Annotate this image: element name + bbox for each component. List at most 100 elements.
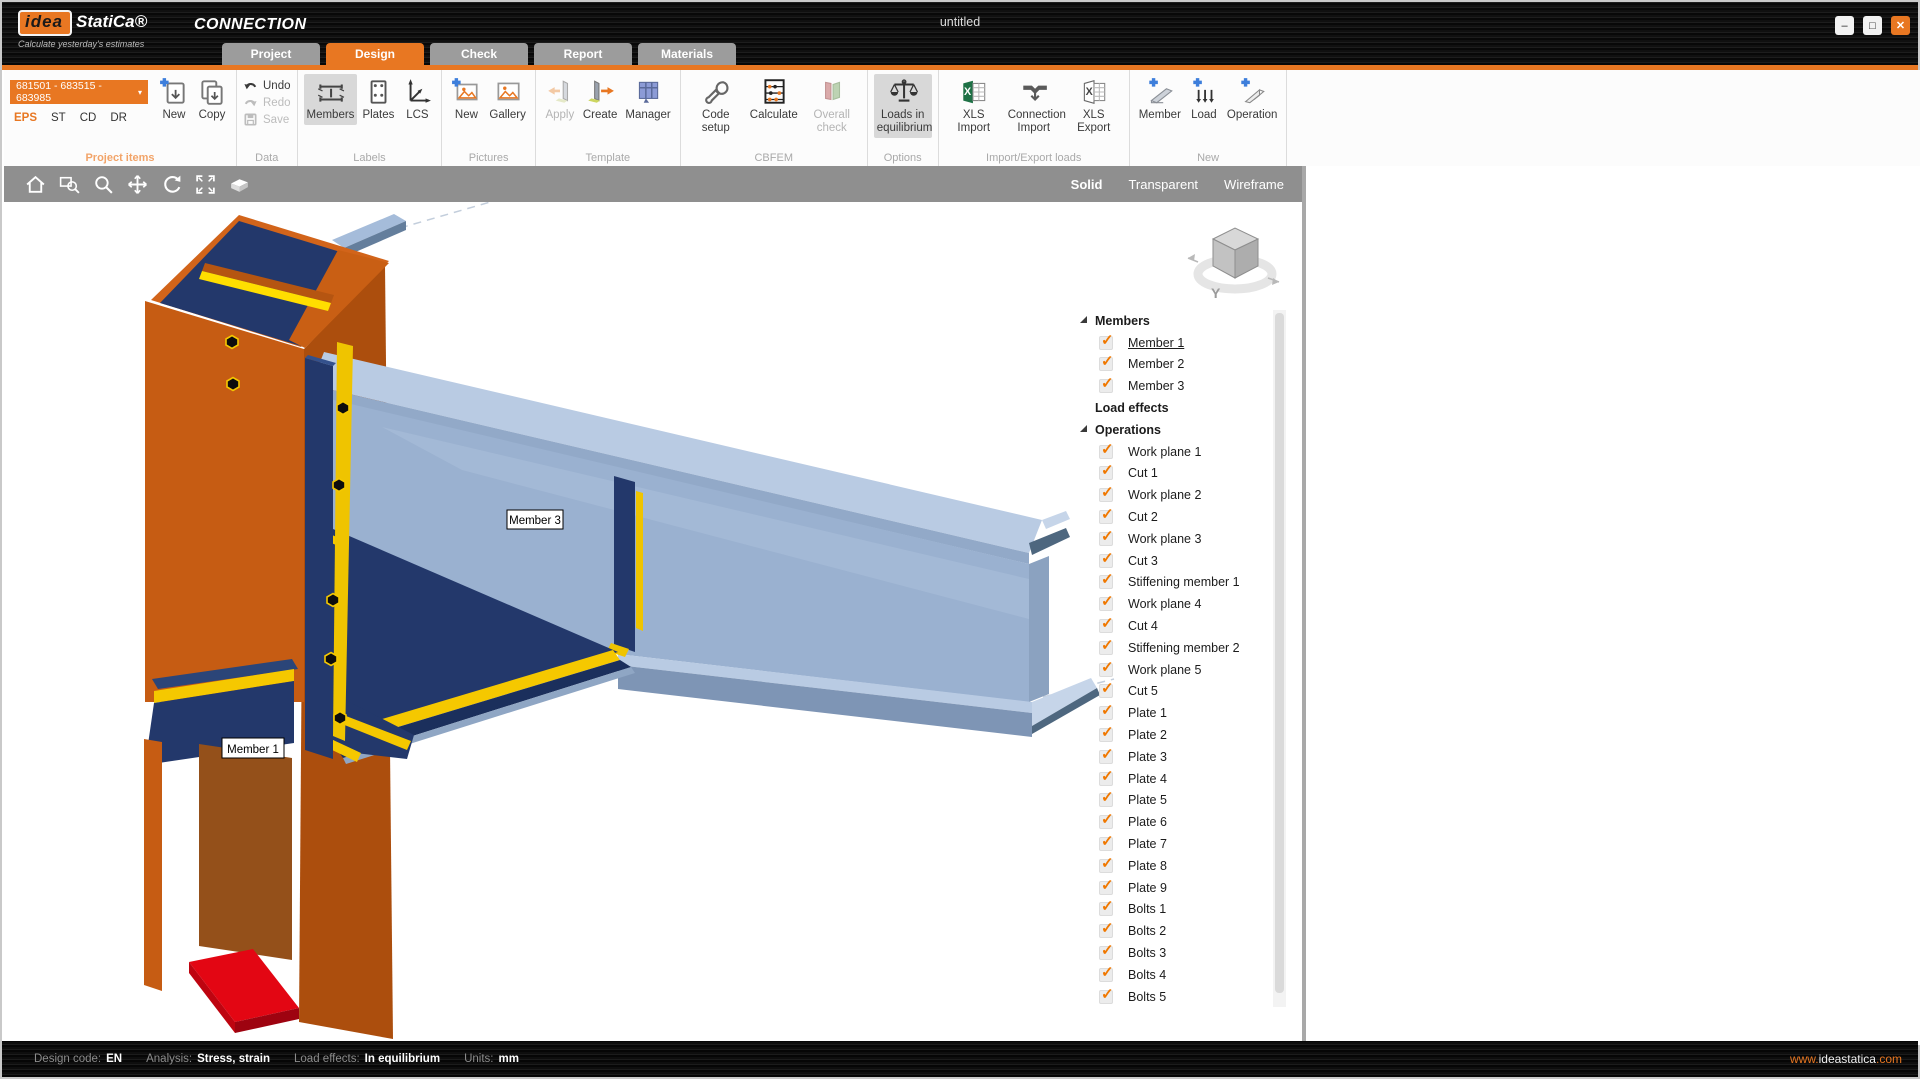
checkbox[interactable]: ✓ bbox=[1099, 619, 1113, 633]
checkbox[interactable]: ✓ bbox=[1099, 532, 1113, 546]
tree-row-bolts-3[interactable]: ✓Bolts 3 bbox=[1068, 942, 1273, 964]
tab-check[interactable]: Check bbox=[430, 43, 528, 65]
tree-row-work-plane-2[interactable]: ✓Work plane 2 bbox=[1068, 484, 1273, 506]
tree-row-bolts-2[interactable]: ✓Bolts 2 bbox=[1068, 920, 1273, 942]
tab-report[interactable]: Report bbox=[534, 43, 632, 65]
checkbox[interactable]: ✓ bbox=[1099, 488, 1113, 502]
save-button[interactable]: Save bbox=[243, 112, 291, 127]
tree-row-cut-5[interactable]: ✓Cut 5 bbox=[1068, 681, 1273, 703]
checkbox[interactable]: ✓ bbox=[1099, 641, 1113, 655]
checkbox[interactable]: ✓ bbox=[1099, 859, 1113, 873]
load-button[interactable]: Load bbox=[1186, 74, 1222, 125]
close-button[interactable]: ✕ bbox=[1891, 16, 1910, 35]
operation-button[interactable]: Operation bbox=[1224, 74, 1281, 125]
tree-row-work-plane-4[interactable]: ✓Work plane 4 bbox=[1068, 593, 1273, 615]
overall-check-button[interactable]: Overall check bbox=[803, 74, 861, 138]
tree-row-cut-1[interactable]: ✓Cut 1 bbox=[1068, 463, 1273, 485]
checkbox[interactable]: ✓ bbox=[1099, 706, 1113, 720]
fit-icon[interactable] bbox=[188, 171, 222, 197]
checkbox[interactable]: ✓ bbox=[1099, 815, 1113, 829]
tree-row-members[interactable]: Members bbox=[1068, 310, 1273, 332]
minimize-button[interactable]: – bbox=[1835, 16, 1854, 35]
tree-row-plate-8[interactable]: ✓Plate 8 bbox=[1068, 855, 1273, 877]
solid-box-icon[interactable] bbox=[222, 171, 256, 197]
tree-row-bolts-4[interactable]: ✓Bolts 4 bbox=[1068, 964, 1273, 986]
tree-row-bolts-1[interactable]: ✓Bolts 1 bbox=[1068, 899, 1273, 921]
tree-row-cut-4[interactable]: ✓Cut 4 bbox=[1068, 615, 1273, 637]
tree-row-work-plane-3[interactable]: ✓Work plane 3 bbox=[1068, 528, 1273, 550]
tab-design[interactable]: Design bbox=[326, 43, 424, 65]
checkbox[interactable]: ✓ bbox=[1099, 728, 1113, 742]
calculate-button[interactable]: Calculate bbox=[747, 74, 801, 125]
tab-materials[interactable]: Materials bbox=[638, 43, 736, 65]
checkbox[interactable]: ✓ bbox=[1099, 990, 1113, 1004]
connection-import-button[interactable]: Connection Import bbox=[1005, 74, 1063, 138]
checkbox[interactable]: ✓ bbox=[1099, 663, 1113, 677]
checkbox[interactable]: ✓ bbox=[1099, 793, 1113, 807]
tree-row-member-2[interactable]: ✓Member 2 bbox=[1068, 354, 1273, 376]
tree-row-work-plane-5[interactable]: ✓Work plane 5 bbox=[1068, 659, 1273, 681]
project-code-st[interactable]: ST bbox=[51, 112, 66, 124]
expander-icon[interactable] bbox=[1080, 316, 1087, 323]
orientation-cube[interactable]: Y bbox=[1188, 228, 1279, 301]
new-button[interactable]: New bbox=[156, 74, 192, 125]
checkbox[interactable]: ✓ bbox=[1099, 510, 1113, 524]
tree-row-bolts-5[interactable]: ✓Bolts 5 bbox=[1068, 986, 1273, 1007]
redo-button[interactable]: Redo bbox=[243, 95, 291, 110]
view-mode-transparent[interactable]: Transparent bbox=[1128, 177, 1198, 192]
lcs-button[interactable]: LCS bbox=[399, 74, 435, 125]
checkbox[interactable]: ✓ bbox=[1099, 902, 1113, 916]
view-mode-solid[interactable]: Solid bbox=[1071, 177, 1103, 192]
code-setup-button[interactable]: Code setup bbox=[687, 74, 745, 138]
tree-row-operations[interactable]: Operations bbox=[1068, 419, 1273, 441]
checkbox[interactable]: ✓ bbox=[1099, 684, 1113, 698]
viewport-3d[interactable]: Member 3 Member 1 Y Members✓Member 1✓Mem… bbox=[4, 202, 1302, 1045]
tree-row-work-plane-1[interactable]: ✓Work plane 1 bbox=[1068, 441, 1273, 463]
tree-row-plate-9[interactable]: ✓Plate 9 bbox=[1068, 877, 1273, 899]
maximize-button[interactable]: □ bbox=[1863, 16, 1882, 35]
checkbox[interactable]: ✓ bbox=[1099, 968, 1113, 982]
project-code-eps[interactable]: EPS bbox=[14, 112, 37, 124]
checkbox[interactable]: ✓ bbox=[1099, 575, 1113, 589]
tree-row-stiffening-member-1[interactable]: ✓Stiffening member 1 bbox=[1068, 572, 1273, 594]
tree-scrollbar-thumb[interactable] bbox=[1275, 313, 1284, 993]
manager-button[interactable]: Manager bbox=[622, 74, 673, 125]
xls-export-button[interactable]: XXLS Export bbox=[1065, 74, 1123, 138]
plates-button[interactable]: Plates bbox=[359, 74, 397, 125]
expander-icon[interactable] bbox=[1080, 425, 1087, 432]
checkbox[interactable]: ✓ bbox=[1099, 466, 1113, 480]
copy-button[interactable]: Copy bbox=[194, 74, 230, 125]
apply-button[interactable]: Apply bbox=[542, 74, 578, 125]
new-button[interactable]: New bbox=[448, 74, 484, 125]
tree-row-cut-2[interactable]: ✓Cut 2 bbox=[1068, 506, 1273, 528]
checkbox[interactable]: ✓ bbox=[1099, 336, 1113, 350]
rotate-icon[interactable] bbox=[154, 171, 188, 197]
loads-in-equilibrium-button[interactable]: Loads in equilibrium bbox=[874, 74, 932, 138]
checkbox[interactable]: ✓ bbox=[1099, 946, 1113, 960]
checkbox[interactable]: ✓ bbox=[1099, 924, 1113, 938]
view-mode-wireframe[interactable]: Wireframe bbox=[1224, 177, 1284, 192]
tree-row-plate-2[interactable]: ✓Plate 2 bbox=[1068, 724, 1273, 746]
undo-button[interactable]: Undo bbox=[243, 78, 291, 93]
project-code-dr[interactable]: DR bbox=[110, 112, 127, 124]
tree-row-plate-7[interactable]: ✓Plate 7 bbox=[1068, 833, 1273, 855]
checkbox[interactable]: ✓ bbox=[1099, 772, 1113, 786]
checkbox[interactable]: ✓ bbox=[1099, 357, 1113, 371]
pan-icon[interactable] bbox=[120, 171, 154, 197]
tree-row-load-effects[interactable]: Load effects bbox=[1068, 397, 1273, 419]
checkbox[interactable]: ✓ bbox=[1099, 837, 1113, 851]
tree-row-stiffening-member-2[interactable]: ✓Stiffening member 2 bbox=[1068, 637, 1273, 659]
zoom-window-icon[interactable] bbox=[52, 171, 86, 197]
tab-project[interactable]: Project bbox=[222, 43, 320, 65]
website-link[interactable]: www.ideastatica.com bbox=[1790, 1052, 1902, 1066]
xls-import-button[interactable]: XXLS Import bbox=[945, 74, 1003, 138]
zoom-icon[interactable] bbox=[86, 171, 120, 197]
create-button[interactable]: Create bbox=[580, 74, 621, 125]
checkbox[interactable]: ✓ bbox=[1099, 881, 1113, 895]
home-icon[interactable] bbox=[18, 171, 52, 197]
checkbox[interactable]: ✓ bbox=[1099, 379, 1113, 393]
tree-row-plate-4[interactable]: ✓Plate 4 bbox=[1068, 768, 1273, 790]
members-button[interactable]: Members bbox=[304, 74, 358, 125]
tree-row-member-1[interactable]: ✓Member 1 bbox=[1068, 332, 1273, 354]
project-code-cd[interactable]: CD bbox=[80, 112, 97, 124]
